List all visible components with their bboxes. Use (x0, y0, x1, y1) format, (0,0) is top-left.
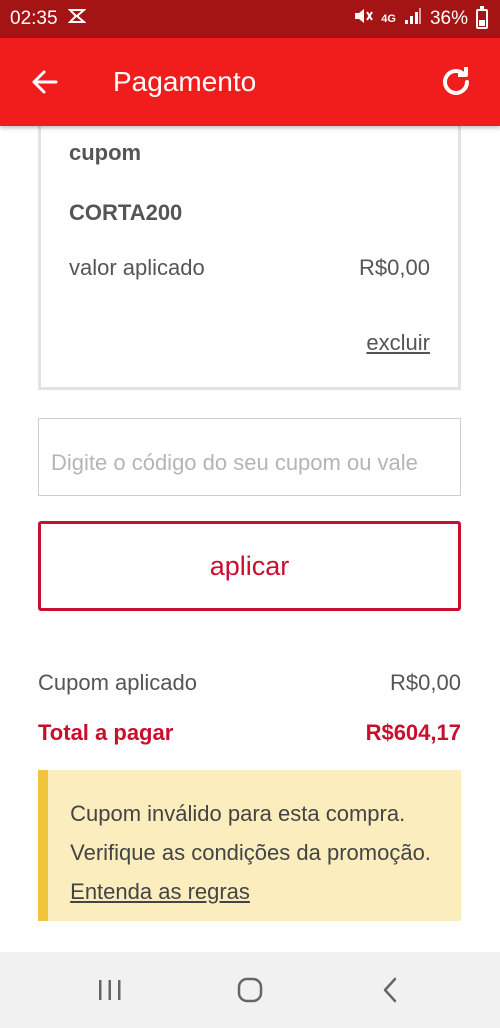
remove-coupon-link[interactable]: excluir (366, 330, 430, 356)
total-value: R$604,17 (365, 720, 461, 745)
rules-link[interactable]: Entenda as regras (70, 879, 250, 904)
signal-icon (404, 7, 422, 31)
recent-apps-button[interactable] (70, 960, 150, 1020)
home-icon (237, 977, 263, 1003)
chevron-left-icon (383, 977, 397, 1003)
battery-icon (476, 6, 488, 29)
applied-value-amount: R$0,00 (359, 255, 430, 280)
total-label: Total a pagar (38, 720, 174, 745)
page-title: Pagamento (113, 66, 257, 97)
back-nav-button[interactable] (350, 960, 430, 1020)
status-left: 02:35 (10, 7, 87, 31)
coupon-code-placeholder: Digite o código do seu cupom ou vale (51, 450, 418, 475)
refresh-button[interactable] (412, 38, 500, 126)
recent-apps-icon (99, 980, 121, 1000)
coupon-summary-value: R$0,00 (390, 670, 461, 695)
warning-accent-bar (38, 770, 49, 921)
warning-banner: Cupom inválido para esta compra. Verifiq… (38, 770, 461, 921)
app-bar: Pagamento (0, 38, 500, 126)
coupon-code-input[interactable]: Digite o código do seu cupom ou vale (38, 418, 461, 496)
applied-coupon-card: cupom CORTA200 valor aplicado R$0,00 exc… (38, 110, 461, 390)
network-icon: 4G (381, 13, 396, 25)
status-right: 4G 36% (353, 6, 488, 31)
coupon-label: cupom (69, 140, 142, 165)
applied-value-row: valor aplicado R$0,00 (69, 255, 430, 281)
coupon-code: CORTA200 (69, 200, 183, 225)
notification-icon (67, 7, 87, 31)
mute-icon (353, 7, 374, 31)
back-button[interactable] (0, 38, 88, 126)
clock: 02:35 (10, 8, 58, 29)
status-bar: 02:35 4G 36% (0, 0, 500, 38)
applied-value-label: valor aplicado (69, 255, 205, 280)
warning-message: Cupom inválido para esta compra. Verifiq… (48, 770, 461, 921)
total-row: Total a pagar R$604,17 (38, 720, 461, 746)
coupon-summary-row: Cupom aplicado R$0,00 (38, 670, 461, 696)
coupon-summary-label: Cupom aplicado (38, 670, 197, 695)
apply-button[interactable]: aplicar (38, 521, 461, 611)
arrow-left-icon (32, 70, 58, 94)
home-button[interactable] (210, 960, 290, 1020)
battery-percent: 36% (429, 8, 468, 29)
system-nav-bar (0, 952, 500, 1028)
warning-text: Cupom inválido para esta compra. Verifiq… (70, 801, 431, 865)
refresh-icon (443, 67, 469, 95)
